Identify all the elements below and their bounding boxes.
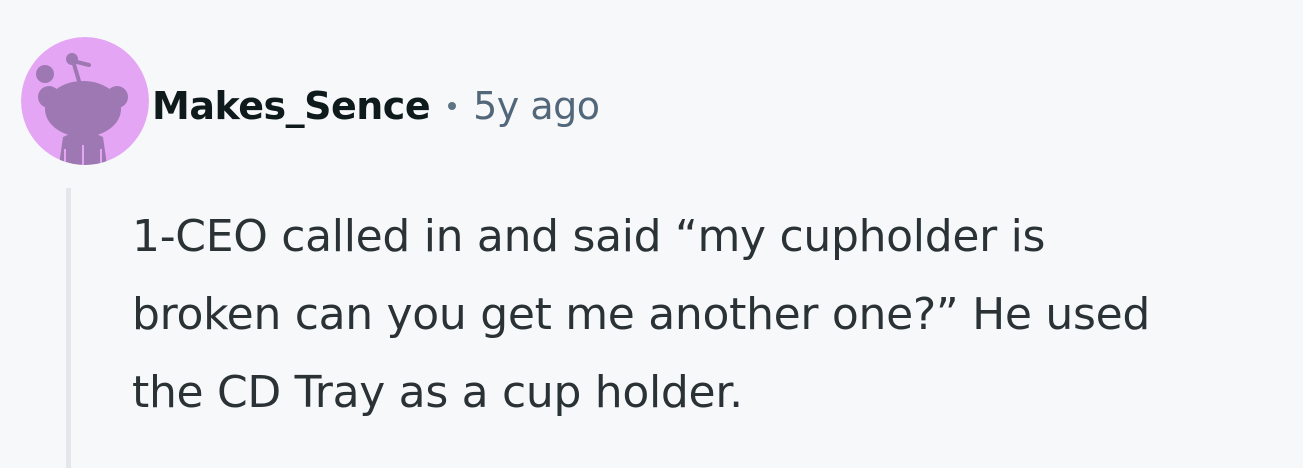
author-username[interactable]: Makes_Sence	[152, 84, 431, 128]
comment-body-line: broken can you get me another one?” He u…	[132, 289, 1150, 340]
comment-body-line: 1-CEO called in and said “my cupholder i…	[132, 211, 1046, 262]
thread-line[interactable]	[66, 188, 71, 468]
comment-meta: Makes_Sence 5y ago	[152, 78, 600, 134]
avatar[interactable]	[21, 37, 149, 165]
comment: Makes_Sence 5y ago 1-CEO called in and s…	[0, 0, 1303, 468]
comment-body: 1-CEO called in and said “my cupholder i…	[132, 198, 1292, 432]
comment-body-line: the CD Tray as a cup holder.	[132, 367, 743, 418]
separator-dot	[448, 102, 457, 110]
snoo-avatar-icon	[21, 37, 149, 165]
comment-timestamp[interactable]: 5y ago	[473, 84, 600, 128]
